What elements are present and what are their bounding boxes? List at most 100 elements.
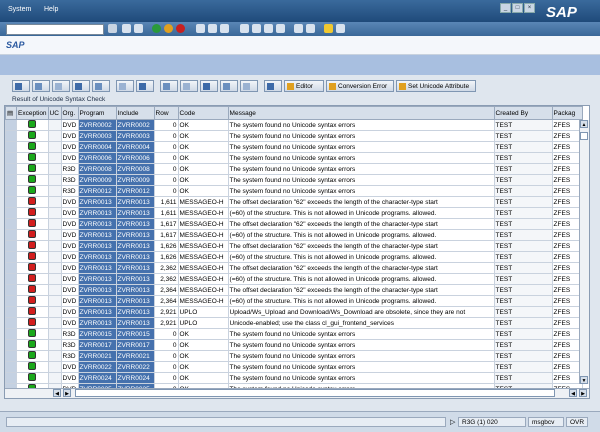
table-row[interactable]: DVD ZVRR0013 ZVRR0013 1,611 MESSAGEO-H The of… [5, 196, 583, 208]
row-selector[interactable] [5, 350, 17, 362]
table-row[interactable]: DVD ZVRR0003 ZVRR0003 0 OK The system found n… [5, 130, 583, 142]
row-selector[interactable] [5, 240, 17, 252]
program-cell[interactable]: ZVRR0013 [77, 306, 117, 318]
row-selector[interactable] [5, 196, 17, 208]
include-cell[interactable]: ZVRR0013 [115, 317, 155, 329]
row-selector[interactable] [5, 119, 17, 131]
include-cell[interactable]: ZVRR0013 [115, 306, 155, 318]
program-cell[interactable]: ZVRR0024 [77, 372, 117, 384]
views-button[interactable] [180, 80, 198, 92]
col-header-package[interactable]: Packag [551, 106, 583, 120]
export-button[interactable] [200, 80, 218, 92]
program-cell[interactable]: ZVRR0013 [77, 251, 117, 263]
table-row[interactable]: DVD ZVRR0013 ZVRR0013 2,921 UPLO Upload/Ws_Up… [5, 306, 583, 318]
details-button[interactable] [12, 80, 30, 92]
layout-button[interactable] [220, 80, 238, 92]
include-cell[interactable]: ZVRR0009 [115, 174, 155, 186]
row-selector[interactable] [5, 372, 17, 384]
program-cell[interactable]: ZVRR0004 [77, 141, 117, 153]
table-row[interactable]: R3D ZVRR0008 ZVRR0008 0 OK The system found n… [5, 163, 583, 175]
col-header-row[interactable]: Row [153, 106, 179, 120]
program-cell[interactable]: ZVRR0002 [77, 119, 117, 131]
row-selector[interactable] [5, 295, 17, 307]
include-cell[interactable]: ZVRR0013 [115, 295, 155, 307]
row-selector[interactable] [5, 185, 17, 197]
program-cell[interactable]: ZVRR0013 [77, 262, 117, 274]
print-icon[interactable] [196, 24, 205, 33]
command-field[interactable] [6, 24, 104, 35]
back-icon[interactable] [152, 24, 161, 33]
include-cell[interactable]: ZVRR0003 [115, 130, 155, 142]
table-row[interactable]: DVD ZVRR0013 ZVRR0013 1,617 MESSAGEO-H (=60) … [5, 229, 583, 241]
include-cell[interactable]: ZVRR0017 [115, 339, 155, 351]
table-row[interactable]: R3D ZVRR0021 ZVRR0021 0 OK The system found n… [5, 350, 583, 362]
hscroll-thumb[interactable] [75, 389, 555, 397]
table-row[interactable]: R3D ZVRR0009 ZVRR0009 0 OK The system found n… [5, 174, 583, 186]
include-cell[interactable]: ZVRR0024 [115, 372, 155, 384]
include-cell[interactable]: ZVRR0004 [115, 141, 155, 153]
include-cell[interactable]: ZVRR0015 [115, 328, 155, 340]
row-selector[interactable] [5, 328, 17, 340]
table-row[interactable]: DVD ZVRR0013 ZVRR0013 1,617 MESSAGEO-H The of… [5, 218, 583, 230]
scroll-thumb[interactable] [580, 132, 588, 140]
col-header-uc[interactable]: UC [47, 106, 62, 120]
table-row[interactable]: DVD ZVRR0013 ZVRR0013 1,626 MESSAGEO-H (=60) … [5, 251, 583, 263]
sort-asc-button[interactable] [32, 80, 50, 92]
shortcut-icon[interactable] [306, 24, 315, 33]
program-cell[interactable]: ZVRR0012 [77, 185, 117, 197]
table-row[interactable]: DVD ZVRR0022 ZVRR0022 0 OK The system found n… [5, 361, 583, 373]
status-system[interactable]: R3G (1) 020 [458, 417, 526, 427]
row-selector[interactable] [5, 317, 17, 329]
save-icon[interactable] [134, 24, 143, 33]
command-dropdown-icon[interactable] [108, 24, 117, 33]
enter-icon[interactable] [122, 24, 131, 33]
col-header-created-by[interactable]: Created By [493, 106, 553, 120]
customize-layout-icon[interactable] [336, 24, 345, 33]
include-cell[interactable]: ZVRR0013 [115, 207, 155, 219]
include-cell[interactable]: ZVRR0006 [115, 152, 155, 164]
include-cell[interactable]: ZVRR0013 [115, 284, 155, 296]
select-all-icon[interactable]: ▤ [5, 106, 17, 120]
row-selector[interactable] [5, 218, 17, 230]
row-selector[interactable] [5, 141, 17, 153]
next-page-icon[interactable] [264, 24, 273, 33]
row-selector[interactable] [5, 174, 17, 186]
table-row[interactable]: DVD ZVRR0002 ZVRR0002 0 OK The system found n… [5, 119, 583, 131]
filter-button[interactable] [92, 80, 110, 92]
graphic-button[interactable] [240, 80, 258, 92]
program-cell[interactable]: ZVRR0013 [77, 284, 117, 296]
include-cell[interactable]: ZVRR0008 [115, 163, 155, 175]
editor-button[interactable]: Editor [284, 80, 324, 92]
first-page-icon[interactable] [240, 24, 249, 33]
scroll-right-end-icon[interactable]: ▶ [579, 389, 587, 397]
row-selector[interactable] [5, 130, 17, 142]
program-cell[interactable]: ZVRR0009 [77, 174, 117, 186]
scroll-right-icon[interactable]: ▶ [63, 389, 71, 397]
program-cell[interactable]: ZVRR0013 [77, 295, 117, 307]
include-cell[interactable]: ZVRR0013 [115, 273, 155, 285]
program-cell[interactable]: ZVRR0013 [77, 196, 117, 208]
new-session-icon[interactable] [294, 24, 303, 33]
table-row[interactable]: DVD ZVRR0024 ZVRR0024 0 OK The system found n… [5, 372, 583, 384]
col-header-org[interactable]: Org. [60, 106, 79, 120]
status-triangle-icon[interactable]: ▷ [450, 418, 455, 426]
conversion-error-button[interactable]: Conversion Error [326, 80, 394, 92]
table-row[interactable]: DVD ZVRR0013 ZVRR0013 1,626 MESSAGEO-H The of… [5, 240, 583, 252]
cancel-icon[interactable] [176, 24, 185, 33]
table-row[interactable]: DVD ZVRR0013 ZVRR0013 2,921 UPLO Unicode-enab… [5, 317, 583, 329]
row-selector[interactable] [5, 229, 17, 241]
program-cell[interactable]: ZVRR0008 [77, 163, 117, 175]
table-row[interactable]: DVD ZVRR0013 ZVRR0013 1,611 MESSAGEO-H (=60) … [5, 207, 583, 219]
include-cell[interactable]: ZVRR0013 [115, 262, 155, 274]
print-button[interactable] [160, 80, 178, 92]
scroll-left-end-icon[interactable]: ◀ [569, 389, 577, 397]
table-row[interactable]: DVD ZVRR0013 ZVRR0013 2,362 MESSAGEO-H (=60) … [5, 273, 583, 285]
find-next-icon[interactable] [220, 24, 229, 33]
exit-icon[interactable] [164, 24, 173, 33]
scroll-left-icon[interactable]: ◀ [53, 389, 61, 397]
set-unicode-attribute-button[interactable]: Set Unicode Attribute [396, 80, 476, 92]
include-cell[interactable]: ZVRR0013 [115, 218, 155, 230]
find-icon[interactable] [208, 24, 217, 33]
row-selector[interactable] [5, 339, 17, 351]
sort-desc-button[interactable] [52, 80, 70, 92]
